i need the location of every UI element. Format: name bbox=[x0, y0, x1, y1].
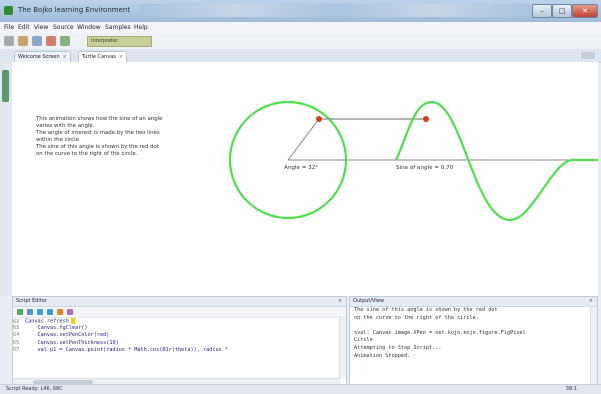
clear-icon[interactable] bbox=[67, 309, 73, 315]
app-icon bbox=[4, 6, 13, 15]
status-text: Script Ready: L46, 68C bbox=[6, 386, 63, 392]
code-text: Canvas.fgClear() bbox=[25, 325, 88, 332]
redo-icon[interactable] bbox=[60, 36, 70, 46]
close-icon[interactable]: × bbox=[119, 54, 123, 60]
window-title: The Bojko learning Environment bbox=[18, 6, 131, 14]
copy-icon[interactable] bbox=[18, 36, 28, 46]
undo-icon[interactable] bbox=[46, 36, 56, 46]
close-icon[interactable]: × bbox=[63, 54, 67, 60]
panel-title: Output/View bbox=[353, 298, 384, 304]
code-line: 65 Canvas.setPenThickness(10) bbox=[13, 340, 346, 347]
title-bar-blurred-area bbox=[140, 4, 530, 17]
tab-label: Turtle Canvas bbox=[82, 54, 116, 60]
tab-turtle-canvas[interactable]: Turtle Canvas × bbox=[78, 51, 128, 62]
paste-icon[interactable] bbox=[32, 36, 42, 46]
sine-value-label: Sine of angle = 0.70 bbox=[396, 165, 454, 171]
forward-icon[interactable] bbox=[47, 309, 53, 315]
run-icon[interactable] bbox=[17, 309, 23, 315]
menu-file[interactable]: File bbox=[4, 24, 14, 31]
menu-samples[interactable]: Samples bbox=[105, 24, 131, 31]
close-icon[interactable]: × bbox=[589, 297, 593, 306]
code-text: Canvas.refresh bbox=[25, 318, 69, 325]
tab-list-icon[interactable] bbox=[581, 52, 595, 59]
output-line: sval: Canvas.image.XPen = net.kojo.kojo.… bbox=[354, 329, 526, 336]
output-line: Attempting to Stop Script... bbox=[354, 344, 442, 351]
close-icon[interactable]: × bbox=[338, 297, 342, 306]
code-text: Canvas.setPenColor(red) bbox=[25, 332, 110, 339]
line-number: 67 bbox=[13, 346, 20, 353]
panel-header: Output/View × bbox=[350, 297, 597, 307]
angle-label: Angle = 32° bbox=[284, 165, 319, 171]
output-line: on the curve to the right of the circle. bbox=[354, 314, 479, 321]
line-number: 64 bbox=[13, 332, 20, 339]
code-line: 62 Canvas.refresh bbox=[13, 318, 346, 325]
minimize-button[interactable]: – bbox=[532, 4, 552, 18]
tab-label: Welcome Screen bbox=[18, 54, 60, 60]
menu-view[interactable]: View bbox=[34, 24, 48, 31]
vertical-scrollbar[interactable] bbox=[590, 307, 597, 385]
panel-title: Script Editor bbox=[16, 298, 47, 304]
output-text: The sine of this angle is shown by the r… bbox=[350, 307, 597, 360]
code-area[interactable]: 62 Canvas.refresh 63 Canvas.fgClear() 64 … bbox=[13, 318, 346, 354]
line-number: 65 bbox=[13, 339, 20, 346]
step-icon[interactable] bbox=[27, 309, 33, 315]
cut-icon[interactable] bbox=[4, 36, 14, 46]
close-button[interactable]: ✕ bbox=[572, 4, 598, 18]
editor-toolbar bbox=[13, 307, 346, 318]
vertical-scrollbar[interactable] bbox=[339, 316, 346, 378]
line-number: 63 bbox=[13, 325, 20, 332]
output-line: Animation Stopped. bbox=[354, 352, 411, 359]
toolbar-field[interactable]: Interpreter bbox=[87, 36, 152, 47]
radius-line bbox=[287, 118, 320, 161]
text-cursor bbox=[70, 318, 75, 324]
sine-graph bbox=[228, 100, 598, 222]
dock-tab[interactable] bbox=[2, 70, 9, 102]
back-icon[interactable] bbox=[37, 309, 43, 315]
turtle-canvas[interactable]: This animation shows how the sine of an … bbox=[12, 62, 598, 296]
script-editor-panel: Script Editor × 62 Canvas.refresh 63 Canv… bbox=[12, 296, 347, 386]
cursor-position: 38:1 bbox=[565, 386, 577, 392]
menu-bar: File Edit View Source Window Samples Hel… bbox=[0, 22, 601, 33]
menu-window[interactable]: Window bbox=[77, 24, 101, 31]
menu-edit[interactable]: Edit bbox=[18, 24, 30, 31]
stop-icon[interactable] bbox=[57, 309, 63, 315]
bottom-panels: Script Editor × 62 Canvas.refresh 63 Canv… bbox=[12, 296, 598, 386]
output-line: The sine of this angle is shown by the r… bbox=[354, 307, 498, 313]
circle-point-dot bbox=[316, 116, 322, 122]
code-line: 64 Canvas.setPenColor(red) bbox=[13, 332, 346, 339]
output-panel: Output/View × The sine of this angle is … bbox=[349, 296, 598, 386]
tab-welcome-screen[interactable]: Welcome Screen × bbox=[14, 51, 71, 62]
code-line: 63 Canvas.fgClear() bbox=[13, 325, 346, 332]
toolbar: Interpreter bbox=[0, 33, 601, 50]
menu-source[interactable]: Source bbox=[53, 24, 74, 31]
maximize-button[interactable]: □ bbox=[552, 4, 572, 18]
title-bar: The Bojko learning Environment – □ ✕ bbox=[0, 0, 601, 23]
tab-bar: Welcome Screen × Turtle Canvas × bbox=[0, 49, 601, 63]
menu-help[interactable]: Help bbox=[134, 24, 148, 31]
panel-header: Script Editor × bbox=[13, 297, 346, 307]
code-text: Canvas.setPenThickness(10) bbox=[25, 339, 119, 346]
output-line: Circle bbox=[354, 337, 373, 344]
code-line: 67 val p1 = Canvas.point(radius * Math.c… bbox=[13, 347, 346, 354]
sine-point-dot bbox=[423, 116, 429, 122]
code-text: val p1 = Canvas.point(radius * Math.cos(… bbox=[25, 346, 229, 353]
